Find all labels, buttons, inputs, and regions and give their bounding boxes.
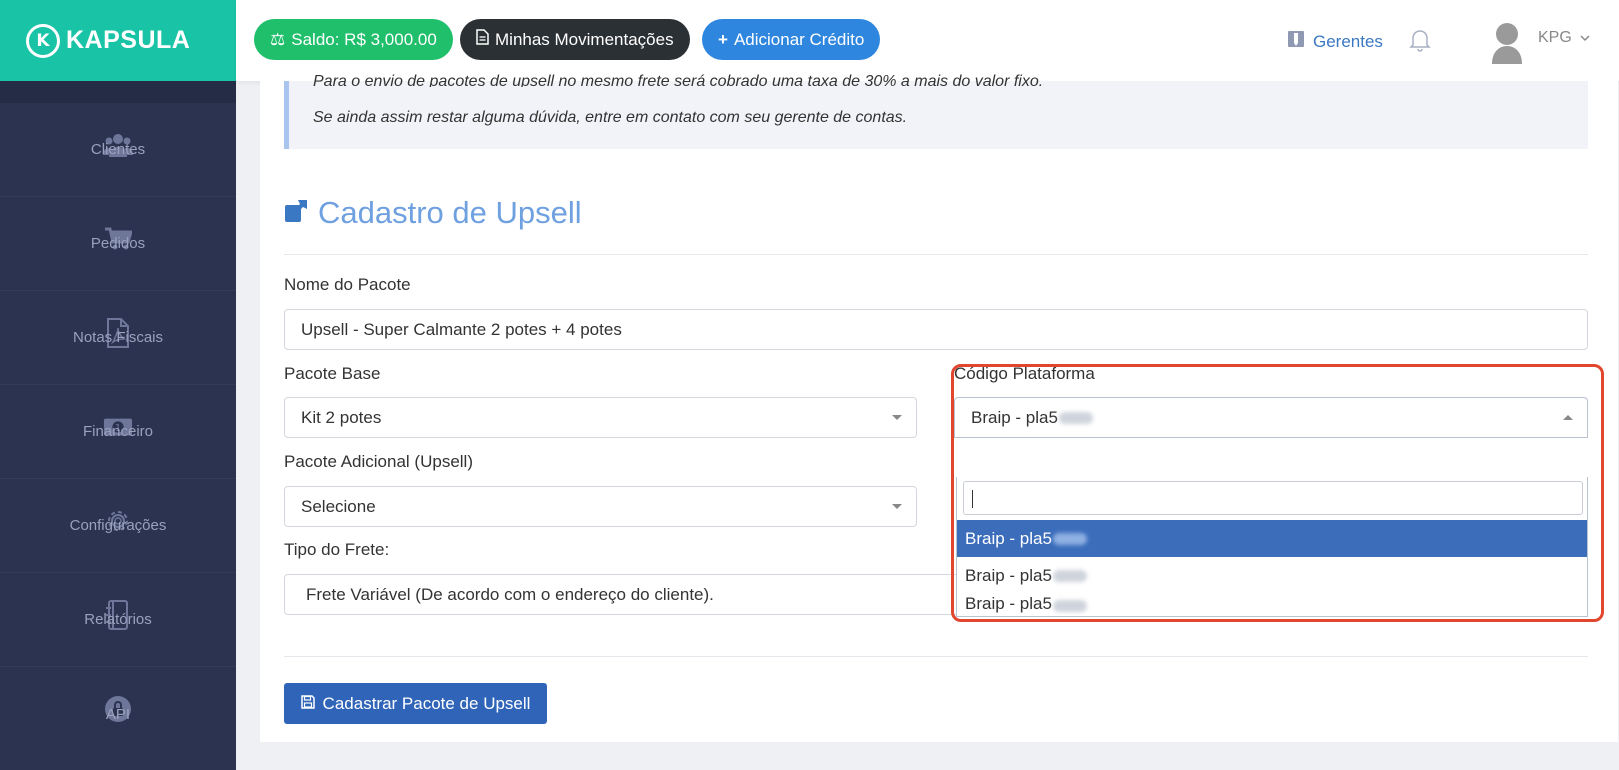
codigo-plataforma-select[interactable]: Braip - pla5 xyxy=(954,397,1588,438)
sidebar-item-notas-fiscais[interactable]: Notas Fiscais xyxy=(0,291,236,385)
page-title-text: Cadastro de Upsell xyxy=(318,195,582,230)
caret-down-icon xyxy=(892,504,902,509)
pacote-base-value: Kit 2 potes xyxy=(301,407,382,427)
top-bar: ⚖ Saldo: R$ 3,000.00 Minhas Movimentaçõe… xyxy=(236,0,1619,81)
page-title: Cadastro de Upsell xyxy=(284,195,582,231)
cadastrar-label: Cadastrar Pacote de Upsell xyxy=(322,693,531,713)
text-cursor xyxy=(972,490,973,508)
pacote-adicional-select[interactable]: Selecione xyxy=(284,486,917,527)
brand-logo[interactable]: K KAPSULA xyxy=(0,0,236,81)
notice-text: Se ainda assim restar alguma dúvida, ent… xyxy=(313,109,908,126)
tipo-frete-value: Frete Variável (De acordo com o endereço… xyxy=(306,584,714,604)
sidebar-item-label: Relatórios xyxy=(84,611,152,628)
sidebar-item-configuracoes[interactable]: Configurações xyxy=(0,479,236,573)
sidebar-item-label: Financeiro xyxy=(82,423,154,440)
movimentacoes-button[interactable]: Minhas Movimentações xyxy=(460,19,690,60)
redacted-text xyxy=(1052,532,1087,545)
adicionar-credito-button[interactable]: + Adicionar Crédito xyxy=(702,19,881,60)
sidebar-item-label: Clientes xyxy=(90,141,146,158)
gerentes-label: Gerentes xyxy=(1313,31,1383,51)
codigo-plataforma-label: Código Plataforma xyxy=(954,364,1095,383)
balance-scale-icon: ⚖ xyxy=(270,29,286,49)
sidebar-item-label: Configurações xyxy=(69,517,167,534)
plus-icon: + xyxy=(718,29,728,49)
edit-square-icon xyxy=(284,199,308,227)
id-badge-icon xyxy=(1287,30,1305,53)
document-icon xyxy=(476,29,489,50)
divider xyxy=(284,254,1588,255)
dropdown-search-input[interactable] xyxy=(963,481,1583,515)
movimentacoes-label: Minhas Movimentações xyxy=(495,29,674,49)
chevron-down-icon xyxy=(1580,29,1590,47)
nome-input[interactable]: Upsell - Super Calmante 2 potes + 4 pote… xyxy=(284,309,1588,350)
info-notice: Para o envio de pacotes de upsell no mes… xyxy=(284,73,1588,149)
dropdown-option[interactable]: Braip - pla5 xyxy=(957,594,1587,617)
tipo-frete-label: Tipo do Frete: xyxy=(284,540,390,559)
pacote-adicional-label: Pacote Adicional (Upsell) xyxy=(284,452,473,471)
divider xyxy=(284,656,1588,657)
notice-cut-line: Para o envio de pacotes de upsell no mes… xyxy=(313,73,1044,87)
user-menu[interactable]: KPG xyxy=(1538,29,1590,47)
sidebar-item-label: Notas Fiscais xyxy=(72,329,164,346)
redacted-text xyxy=(1058,411,1093,424)
sidebar-item-label: Pedidos xyxy=(90,235,146,252)
cadastrar-button[interactable]: Cadastrar Pacote de Upsell xyxy=(284,683,547,724)
redacted-text xyxy=(1052,569,1087,582)
sidebar-item-clientes[interactable]: Clientes xyxy=(0,103,236,197)
pacote-adicional-value: Selecione xyxy=(301,496,376,516)
redacted-text xyxy=(1052,600,1087,612)
sidebar-item-label: API xyxy=(105,705,131,723)
saldo-button[interactable]: ⚖ Saldo: R$ 3,000.00 xyxy=(254,19,453,60)
adicionar-label: Adicionar Crédito xyxy=(733,29,865,49)
dropdown-option[interactable]: Braip - pla5 xyxy=(957,557,1587,594)
sidebar-item-pedidos[interactable]: Pedidos xyxy=(0,197,236,291)
avatar[interactable] xyxy=(1488,20,1526,68)
save-icon xyxy=(300,694,315,714)
codigo-plataforma-dropdown: Braip - pla5 Braip - pla5 Braip - pla5 xyxy=(956,477,1588,617)
sidebar: K KAPSULA Clientes Pedidos Notas Fiscais… xyxy=(0,0,236,770)
dropdown-option[interactable]: Braip - pla5 xyxy=(957,520,1587,557)
main-card: Para o envio de pacotes de upsell no mes… xyxy=(260,73,1618,742)
user-name: KPG xyxy=(1538,29,1572,46)
sidebar-item-relatorios[interactable]: Relatórios xyxy=(0,573,236,667)
sidebar-item-financeiro[interactable]: 1 Financeiro xyxy=(0,385,236,479)
brand-name: KAPSULA xyxy=(66,26,191,54)
gerentes-link[interactable]: Gerentes xyxy=(1287,30,1383,53)
logo-icon: K xyxy=(26,23,60,58)
saldo-label: Saldo: R$ 3,000.00 xyxy=(291,29,437,49)
pacote-base-label: Pacote Base xyxy=(284,364,381,383)
nome-value: Upsell - Super Calmante 2 potes + 4 pote… xyxy=(301,319,622,339)
codigo-plataforma-value: Braip - pla5 xyxy=(971,407,1058,427)
caret-up-icon xyxy=(1563,415,1573,420)
pacote-base-select[interactable]: Kit 2 potes xyxy=(284,397,917,438)
caret-down-icon xyxy=(892,415,902,420)
nome-label: Nome do Pacote xyxy=(284,275,411,294)
bell-icon[interactable] xyxy=(1409,28,1431,56)
sidebar-item-api[interactable]: API xyxy=(0,667,236,761)
